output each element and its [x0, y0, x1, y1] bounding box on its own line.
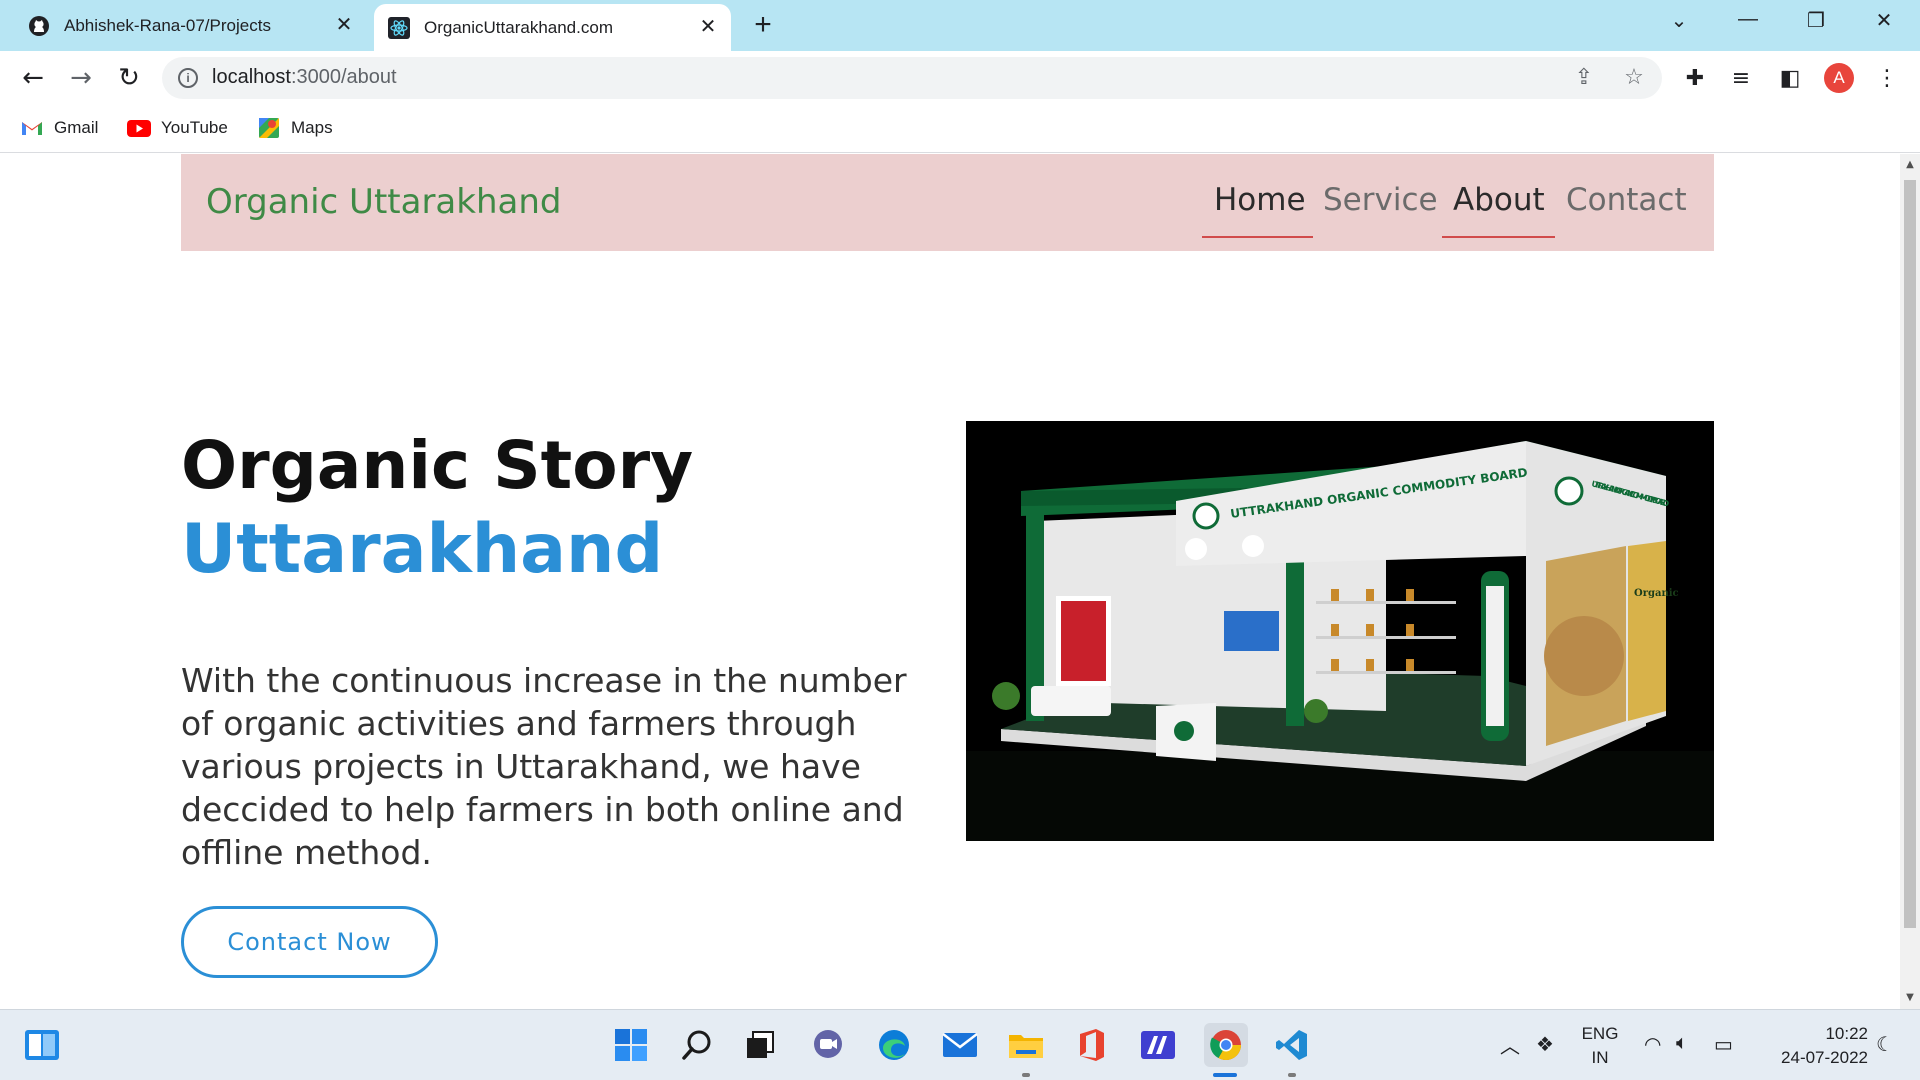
tab-strip: Abhishek-Rana-07/Projects ✕ OrganicUttar… [0, 0, 1920, 51]
scroll-up-arrow-icon[interactable]: ▲ [1900, 156, 1920, 174]
gmail-icon [20, 118, 44, 138]
url-text[interactable]: localhost:3000/about [212, 66, 397, 89]
windows-taskbar: ︿ ❖ ENG IN ◠ 🔈︎ ▭ 10:22 24-07-2022 ☾ [0, 1009, 1920, 1080]
focus-moon-icon[interactable]: ☾ [1876, 1032, 1894, 1057]
file-explorer-running-indicator [1022, 1073, 1030, 1077]
stall-illustration: UTTRAKHAND ORGANIC COMMODITY BOARD UTTRA… [966, 421, 1714, 841]
close-window-icon[interactable]: ✕ [1866, 8, 1902, 34]
search-icon[interactable] [677, 1025, 717, 1065]
back-icon[interactable]: ← [16, 61, 50, 95]
vscode-running-indicator [1288, 1073, 1296, 1077]
tab-search-chevron-icon[interactable]: ⌄ [1661, 8, 1697, 34]
close-tab-icon[interactable]: ✕ [697, 16, 719, 38]
bookmark-youtube[interactable]: YouTube [127, 115, 228, 141]
wifi-icon[interactable]: ◠ [1644, 1032, 1661, 1057]
menu-kebab-icon[interactable]: ⋮ [1872, 64, 1902, 94]
mail-icon[interactable] [940, 1025, 980, 1065]
nav-about[interactable]: About [1453, 182, 1545, 218]
browser-toolbar: ← → ↻ i localhost:3000/about ⇪ ☆ ✚ ≡ ◧ A… [0, 51, 1920, 105]
address-bar[interactable]: i localhost:3000/about ⇪ ☆ [162, 57, 1662, 99]
tab-organic-uttarakhand[interactable]: OrganicUttarakhand.com ✕ [374, 4, 731, 51]
site-navbar: Organic Uttarakhand Home Service About C… [181, 154, 1714, 251]
restore-icon[interactable]: ❐ [1798, 8, 1834, 34]
bookmark-gmail[interactable]: Gmail [20, 115, 98, 141]
bookmarks-bar: Gmail YouTube Maps [0, 105, 1920, 153]
bookmark-maps[interactable]: Maps [257, 115, 333, 141]
vscode-icon[interactable] [1272, 1025, 1312, 1065]
reload-icon[interactable]: ↻ [112, 61, 146, 95]
extensions-icon[interactable]: ✚ [1680, 64, 1710, 94]
language-indicator[interactable]: ENG IN [1580, 1024, 1620, 1068]
task-view-icon[interactable] [740, 1025, 780, 1065]
contact-now-button[interactable]: Contact Now [181, 906, 438, 978]
page-viewport: Organic Uttarakhand Home Service About C… [0, 154, 1920, 1009]
new-tab-button[interactable]: + [748, 10, 778, 40]
tray-overflow-chevron-icon[interactable]: ︿ [1500, 1030, 1520, 1059]
nav-home[interactable]: Home [1214, 182, 1306, 218]
media-queue-icon[interactable]: ≡ [1726, 64, 1756, 94]
scroll-down-arrow-icon[interactable]: ▼ [1900, 989, 1920, 1007]
youtube-icon [127, 118, 151, 138]
forward-icon[interactable]: → [64, 61, 98, 95]
hero-paragraph: With the continuous increase in the numb… [181, 661, 907, 872]
hero-subtitle: Uttarakhand [181, 510, 664, 589]
scroll-thumb[interactable] [1904, 180, 1916, 928]
clock[interactable]: 10:22 24-07-2022 [1758, 1024, 1868, 1068]
hero-title: Organic Story [181, 427, 694, 504]
github-icon [28, 15, 50, 37]
bookmark-star-icon[interactable]: ☆ [1622, 66, 1646, 90]
dropbox-icon[interactable]: ❖ [1536, 1032, 1554, 1057]
file-explorer-icon[interactable] [1006, 1025, 1046, 1065]
nav-about-underline [1442, 236, 1555, 238]
side-panel-icon[interactable]: ◧ [1775, 64, 1805, 94]
widgets-icon[interactable] [22, 1025, 62, 1065]
close-tab-icon[interactable]: ✕ [333, 14, 355, 36]
share-icon[interactable]: ⇪ [1572, 66, 1596, 90]
tab-github-projects[interactable]: Abhishek-Rana-07/Projects ✕ [0, 0, 367, 51]
nav-home-underline [1202, 236, 1313, 238]
office-icon[interactable] [1072, 1025, 1112, 1065]
site-brand[interactable]: Organic Uttarakhand [206, 182, 561, 222]
tab-title: OrganicUttarakhand.com [424, 17, 613, 37]
site-info-icon[interactable]: i [178, 68, 198, 88]
tab-title: Abhishek-Rana-07/Projects [64, 15, 271, 35]
stall-panel-word: Organic [1634, 588, 1679, 599]
maps-icon [257, 118, 281, 138]
react-icon [388, 16, 410, 39]
nav-contact[interactable]: Contact [1566, 182, 1687, 218]
teams-chat-icon[interactable] [808, 1025, 848, 1065]
page-scrollbar[interactable]: ▲ ▼ [1900, 154, 1920, 1009]
profile-avatar[interactable]: A [1824, 63, 1854, 93]
app-icon[interactable] [1138, 1025, 1178, 1065]
edge-icon[interactable] [874, 1025, 914, 1065]
battery-icon[interactable]: ▭ [1714, 1032, 1733, 1057]
minimize-icon[interactable]: — [1730, 8, 1766, 34]
chrome-icon[interactable] [1204, 1023, 1248, 1067]
chrome-active-indicator [1213, 1073, 1237, 1077]
exhibition-stall-image: UTTRAKHAND ORGANIC COMMODITY BOARD UTTRA… [966, 421, 1714, 841]
volume-icon[interactable]: 🔈︎ [1676, 1032, 1688, 1055]
windows-start-icon[interactable] [611, 1025, 651, 1065]
nav-service[interactable]: Service [1323, 182, 1438, 218]
